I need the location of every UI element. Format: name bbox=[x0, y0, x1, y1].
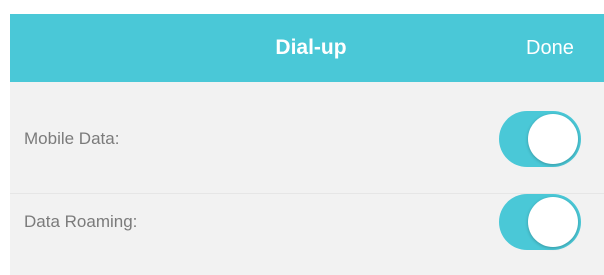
dialup-screen: Dial-up Done Mobile Data: Data Roaming: bbox=[10, 14, 604, 275]
toggle-knob bbox=[528, 114, 578, 164]
mobile-data-label: Mobile Data: bbox=[24, 129, 120, 148]
data-roaming-label: Data Roaming: bbox=[24, 212, 138, 231]
mobile-data-toggle[interactable] bbox=[499, 111, 581, 167]
page-title: Dial-up bbox=[275, 36, 347, 59]
toggle-knob bbox=[528, 197, 578, 247]
setting-row-data-roaming: Data Roaming: bbox=[10, 194, 604, 272]
setting-row-mobile-data: Mobile Data: bbox=[10, 111, 604, 189]
data-roaming-toggle[interactable] bbox=[499, 194, 581, 250]
done-button[interactable]: Done bbox=[526, 14, 604, 82]
header-bar: Dial-up Done bbox=[10, 14, 604, 82]
